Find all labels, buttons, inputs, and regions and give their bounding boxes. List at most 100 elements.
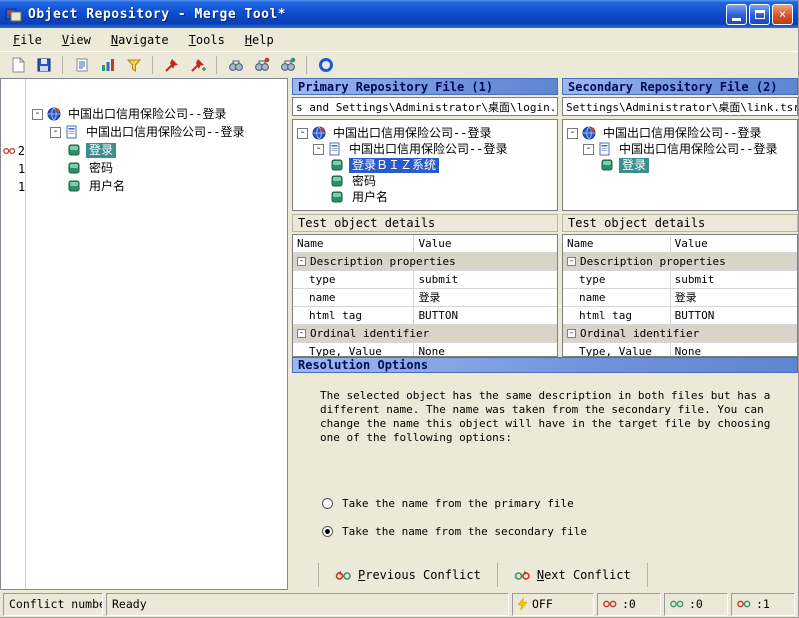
table-row[interactable]: html tag BUTTON — [293, 307, 557, 325]
tree-node-label[interactable]: 中国出口信用保险公司--登录 — [83, 125, 247, 140]
statistics-icon — [101, 59, 114, 71]
previous-conflict-button[interactable]: Previous Conflict — [318, 563, 497, 587]
menu-file[interactable]: File — [13, 33, 42, 47]
table-row[interactable]: type submit — [293, 271, 557, 289]
radio-checked-icon[interactable] — [322, 526, 333, 537]
tree-node-page[interactable]: - 中国出口信用保险公司--登录 — [563, 141, 797, 157]
primary-panel-header: Primary Repository File (1) — [292, 78, 558, 95]
collapse-icon[interactable]: - — [50, 126, 61, 138]
table-section-row[interactable]: - Ordinal identifier — [293, 325, 557, 343]
tree-node-label[interactable]: 登录 — [86, 142, 117, 158]
property-name: html tag — [293, 307, 415, 324]
tree-node-label[interactable]: 登录ＢＩＺ系统 — [349, 157, 440, 173]
report-button[interactable] — [70, 54, 93, 76]
property-name: type — [293, 271, 415, 288]
table-row[interactable]: name 登录 — [293, 289, 557, 307]
tree-node-object[interactable]: 密码 — [26, 159, 287, 177]
statistics-button[interactable] — [96, 54, 119, 76]
menu-tools[interactable]: Tools — [189, 33, 225, 47]
collapse-icon[interactable]: - — [567, 127, 578, 139]
menu-navigate[interactable]: Navigate — [111, 33, 169, 47]
tree-node-label[interactable]: 密码 — [349, 174, 379, 189]
report-icon — [76, 58, 87, 72]
tree-node-page[interactable]: - 中国出口信用保险公司--登录 — [26, 123, 287, 141]
tree-node-repository[interactable]: - 中国出口信用保险公司--登录 — [26, 105, 287, 123]
collapse-icon[interactable]: - — [567, 257, 576, 266]
collapse-icon[interactable]: - — [567, 329, 576, 338]
radio-unchecked-icon[interactable] — [322, 498, 333, 509]
table-section-row[interactable]: - Ordinal identifier — [563, 325, 797, 343]
zoom-button[interactable] — [314, 54, 337, 76]
filter-button[interactable] — [122, 54, 145, 76]
tree-node-object[interactable]: 登录ＢＩＺ系统 — [293, 157, 557, 173]
option-secondary-name[interactable]: Take the name from the secondary file — [322, 525, 788, 538]
statusbar-keyboard-cell: OFF — [512, 592, 594, 616]
secondary-path-field[interactable]: Settings\Administrator\桌面\link.tsr — [562, 97, 798, 116]
find-secondary-button[interactable] — [276, 54, 299, 76]
next-conflict-button[interactable]: Next Conflict — [496, 563, 648, 587]
option-label[interactable]: Take the name from the primary file — [342, 497, 574, 510]
statusbar-counter-cell: :0 — [664, 592, 728, 616]
object-icon — [68, 179, 82, 193]
menu-view[interactable]: View — [62, 33, 91, 47]
object-icon — [331, 158, 345, 172]
tree-node-label[interactable]: 中国出口信用保险公司--登录 — [65, 107, 229, 122]
collapse-icon[interactable]: - — [297, 127, 308, 139]
conflict-count-row: 1 — [1, 178, 25, 196]
locate-primary-button[interactable] — [160, 54, 183, 76]
collapse-icon[interactable]: - — [583, 143, 594, 155]
tree-node-label[interactable]: 用户名 — [86, 179, 128, 194]
find-button[interactable] — [224, 54, 247, 76]
close-button[interactable]: × — [772, 3, 793, 25]
tree-node-repository[interactable]: - 中国出口信用保险公司--登录 — [563, 125, 797, 141]
collapse-icon[interactable]: - — [297, 257, 306, 266]
section-label: Description properties — [310, 255, 456, 268]
primary-path-field[interactable]: s and Settings\Administrator\桌面\login.ts… — [292, 97, 558, 116]
tree-node-label[interactable]: 中国出口信用保险公司--登录 — [600, 126, 764, 141]
resolution-options-body: The selected object has the same descrip… — [292, 373, 798, 590]
tree-node-label[interactable]: 密码 — [86, 161, 116, 176]
table-row[interactable]: type submit — [563, 271, 797, 289]
option-label[interactable]: Take the name from the secondary file — [342, 525, 587, 538]
tree-node-label[interactable]: 中国出口信用保险公司--登录 — [616, 142, 780, 157]
tree-node-page[interactable]: - 中国出口信用保险公司--登录 — [293, 141, 557, 157]
tree-node-label[interactable]: 中国出口信用保险公司--登录 — [346, 142, 510, 157]
column-header-name: Name — [563, 235, 671, 252]
repository-icon — [47, 107, 61, 121]
collapse-icon[interactable]: - — [313, 143, 324, 155]
tree-node-object[interactable]: 用户名 — [26, 177, 287, 195]
object-icon — [601, 158, 615, 172]
new-button[interactable] — [6, 54, 29, 76]
minimize-button[interactable] — [726, 3, 747, 25]
find-primary-button[interactable] — [250, 54, 273, 76]
table-section-row[interactable]: - Description properties — [563, 253, 797, 271]
table-section-row[interactable]: - Description properties — [293, 253, 557, 271]
repository-icon — [582, 126, 596, 140]
tree-node-object[interactable]: 登录 — [26, 141, 287, 159]
conflict-icon — [3, 147, 16, 155]
table-row[interactable]: Type, Value None — [563, 343, 797, 356]
page-icon — [598, 142, 612, 156]
tree-node-label[interactable]: 用户名 — [349, 190, 391, 205]
maximize-button[interactable] — [749, 3, 770, 25]
tree-node-object[interactable]: 登录 — [563, 157, 797, 173]
collapse-icon[interactable]: - — [32, 108, 43, 120]
tree-node-label[interactable]: 中国出口信用保险公司--登录 — [330, 126, 494, 141]
conflict-gutter: 2 1 1 — [1, 79, 26, 589]
object-icon — [331, 190, 345, 204]
save-button[interactable] — [32, 54, 55, 76]
option-primary-name[interactable]: Take the name from the primary file — [322, 497, 788, 510]
tree-node-repository[interactable]: - 中国出口信用保险公司--登录 — [293, 125, 557, 141]
table-row[interactable]: html tag BUTTON — [563, 307, 797, 325]
conflict-count-icon — [737, 600, 751, 608]
menu-help[interactable]: Help — [245, 33, 274, 47]
tree-node-object[interactable]: 用户名 — [293, 189, 557, 205]
table-row[interactable]: Type, Value None — [293, 343, 557, 356]
table-row[interactable]: name 登录 — [563, 289, 797, 307]
tree-node-object[interactable]: 密码 — [293, 173, 557, 189]
conflict-count-icon — [670, 600, 684, 608]
locate-secondary-button[interactable] — [186, 54, 209, 76]
collapse-icon[interactable]: - — [297, 329, 306, 338]
property-name: name — [563, 289, 671, 306]
tree-node-label[interactable]: 登录 — [619, 157, 650, 173]
